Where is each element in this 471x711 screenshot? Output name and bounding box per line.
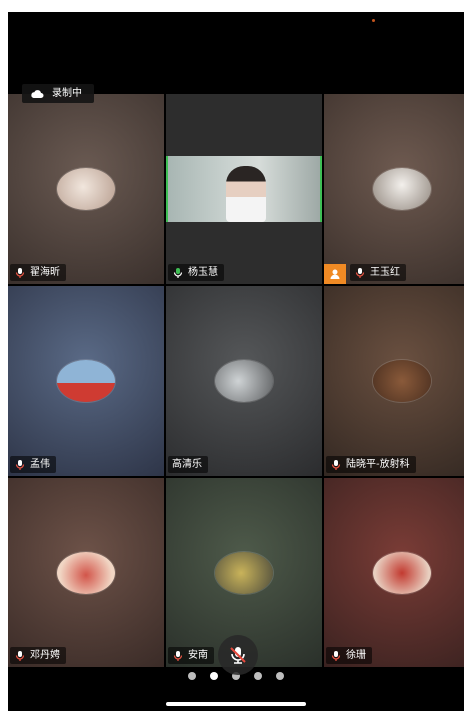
recording-label: 录制中 [52, 88, 82, 99]
participant-name: 孟伟 [30, 459, 50, 470]
participant-name: 徐珊 [346, 650, 366, 661]
video-grid: 翟海昕 杨玉慧 王玉红 孟伟 高清乐 陆晓平-放射科 邓丹娉 安南 徐珊 [8, 94, 464, 667]
participant-tile[interactable]: 陆晓平-放射科 [324, 286, 464, 476]
participant-tile[interactable]: 徐珊 [324, 478, 464, 667]
avatar [373, 168, 431, 210]
host-user-icon [330, 269, 340, 279]
recording-badge[interactable]: 录制中 [22, 84, 94, 103]
participant-name: 邓丹娉 [30, 650, 60, 661]
name-tag: 孟伟 [10, 456, 56, 473]
muted-mic-icon [230, 647, 246, 664]
video-feed [168, 156, 320, 222]
participant-tile[interactable]: 邓丹娉 [8, 478, 164, 667]
mic-icon [15, 267, 25, 278]
mic-icon [15, 459, 25, 470]
participant-name: 安南 [188, 650, 208, 661]
participant-tile[interactable]: 高清乐 [166, 286, 322, 476]
host-badge [324, 264, 346, 284]
name-tag: 安南 [168, 647, 214, 664]
participant-tile[interactable]: 孟伟 [8, 286, 164, 476]
avatar [373, 551, 431, 594]
home-indicator[interactable] [166, 702, 306, 706]
page-dot[interactable] [276, 672, 284, 680]
avatar [373, 360, 431, 402]
participant-tile-active-speaker[interactable]: 杨玉慧 [166, 94, 322, 284]
participant-name: 翟海昕 [30, 267, 60, 278]
avatar [57, 551, 115, 594]
avatar [57, 360, 115, 402]
mic-icon [15, 650, 25, 661]
participant-name: 杨玉慧 [188, 267, 218, 278]
participant-name: 陆晓平-放射科 [346, 459, 410, 470]
participant-name: 高清乐 [172, 459, 202, 470]
avatar [215, 360, 273, 402]
meeting-screen: 录制中 翟海昕 杨玉慧 王玉红 孟伟 高清乐 陆晓平-放射科 邓丹娉 安南 徐珊 [8, 12, 464, 711]
cloud-icon [31, 89, 44, 98]
mic-icon [331, 650, 341, 661]
name-tag: 徐珊 [326, 647, 372, 664]
mic-icon [331, 459, 341, 470]
page-dot-current[interactable] [210, 672, 218, 680]
name-tag: 陆晓平-放射科 [326, 456, 416, 473]
name-tag: 高清乐 [168, 456, 208, 473]
mic-icon [355, 267, 365, 278]
participant-tile[interactable]: 王玉红 [324, 94, 464, 284]
name-tag: 邓丹娉 [10, 647, 66, 664]
participant-tile[interactable]: 翟海昕 [8, 94, 164, 284]
avatar [215, 551, 273, 594]
participant-name: 王玉红 [370, 267, 400, 278]
camera-indicator [372, 19, 375, 22]
name-tag: 翟海昕 [10, 264, 66, 281]
mic-icon [173, 267, 183, 278]
page-dot[interactable] [188, 672, 196, 680]
name-tag: 杨玉慧 [168, 264, 224, 281]
page-dot[interactable] [254, 672, 262, 680]
mic-icon [173, 650, 183, 661]
mute-toggle-button[interactable] [218, 635, 258, 675]
avatar [57, 168, 115, 210]
video-letterbox-top [166, 94, 322, 156]
name-tag: 王玉红 [350, 264, 406, 281]
speaker-figure [226, 166, 266, 222]
